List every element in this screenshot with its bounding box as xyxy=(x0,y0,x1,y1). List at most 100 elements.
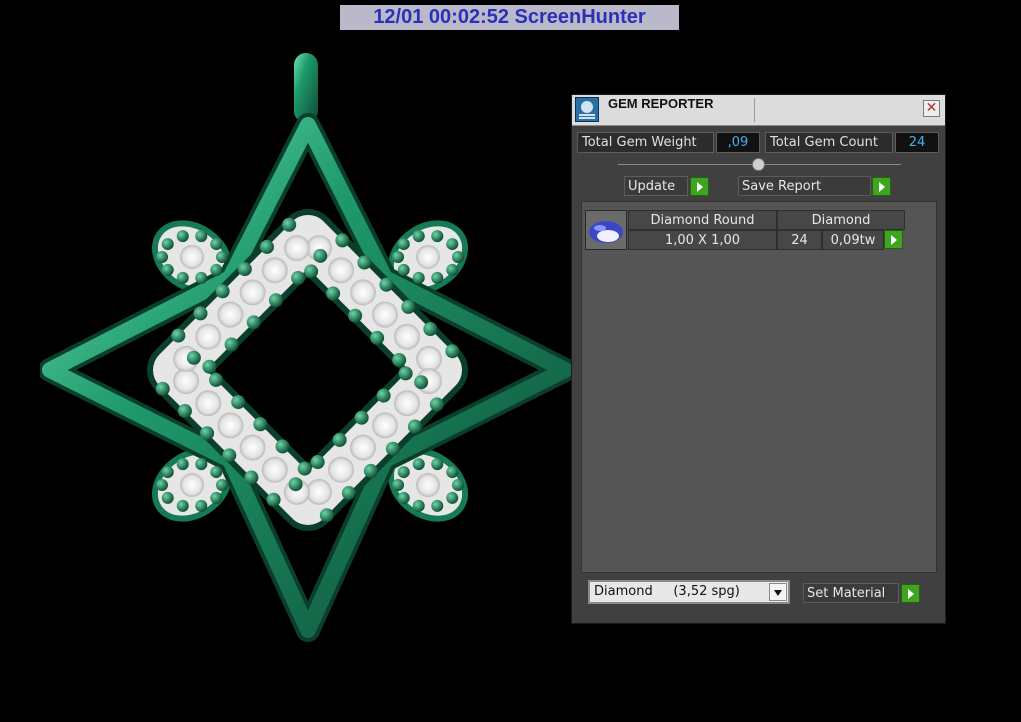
prong-bead xyxy=(195,458,208,471)
pave-stone xyxy=(328,257,354,284)
prong-bead xyxy=(176,230,189,243)
prong-bead xyxy=(195,499,208,512)
pave-stone xyxy=(394,390,420,417)
update-play-icon[interactable] xyxy=(690,177,709,196)
prong-bead xyxy=(335,233,350,248)
prong-bead xyxy=(231,395,246,410)
prong-bead xyxy=(176,499,189,512)
prong-bead xyxy=(414,375,429,390)
prong-bead xyxy=(385,441,400,456)
prong-bead xyxy=(392,251,404,263)
prong-bead xyxy=(259,239,274,254)
material-select[interactable]: Diamond (3,52 spg) xyxy=(588,580,790,604)
total-gem-count-value: 24 xyxy=(895,132,939,153)
slider-handle[interactable] xyxy=(752,158,765,171)
prong-bead xyxy=(326,286,341,301)
prong-bead xyxy=(392,353,407,368)
pave-stone xyxy=(283,235,310,262)
prong-bead xyxy=(209,372,224,387)
save-report-button[interactable]: Save Report xyxy=(738,176,871,196)
prong-bead xyxy=(412,458,425,471)
gem-reporter-icon xyxy=(575,97,599,122)
update-button[interactable]: Update xyxy=(624,176,688,196)
total-gem-weight-label: Total Gem Weight xyxy=(577,132,714,153)
prong-bead xyxy=(244,470,259,485)
prong-bead xyxy=(452,479,464,491)
prong-bead xyxy=(195,230,208,243)
prong-bead xyxy=(202,359,217,374)
diamond-icon xyxy=(585,210,627,250)
prong-bead xyxy=(161,466,174,479)
outer-star-frame xyxy=(40,113,577,642)
prong-bead xyxy=(452,251,464,263)
pave-stone xyxy=(217,412,244,439)
prong-bead xyxy=(397,263,410,276)
prong-bead xyxy=(319,508,334,523)
set-material-button[interactable]: Set Material xyxy=(803,583,899,603)
title-bar[interactable]: GEM REPORTER ✕ xyxy=(572,95,945,126)
dropdown-arrow-icon[interactable] xyxy=(769,583,787,601)
bail xyxy=(294,53,318,123)
prong-bead xyxy=(215,284,230,299)
pave-stone xyxy=(416,473,440,497)
pave-stone xyxy=(195,323,222,350)
pave-stone xyxy=(180,245,204,269)
prong-bead xyxy=(397,466,410,479)
title-divider xyxy=(754,98,755,122)
prong-bead xyxy=(446,238,459,251)
prong-bead xyxy=(237,262,252,277)
prong-bead xyxy=(222,448,237,463)
prong-bead xyxy=(446,466,459,479)
gem-count-cell: 24 xyxy=(777,230,822,250)
prong-bead xyxy=(354,410,369,425)
pave-stone xyxy=(416,245,440,269)
prong-bead xyxy=(332,432,347,447)
prong-bead xyxy=(423,322,438,337)
prong-bead xyxy=(210,466,223,479)
prong-bead xyxy=(348,308,363,323)
pave-stone xyxy=(416,345,442,372)
prong-bead xyxy=(379,277,394,292)
pave-stone xyxy=(261,257,288,284)
prong-bead xyxy=(176,271,189,284)
prong-bead xyxy=(288,477,303,492)
gem-weight-cell: 0,09tw xyxy=(822,230,884,250)
prong-bead xyxy=(275,439,290,454)
prong-bead xyxy=(431,458,444,471)
gem-size-cell: 1,00 X 1,00 xyxy=(628,230,777,250)
prong-bead xyxy=(193,306,208,321)
close-icon[interactable]: ✕ xyxy=(923,100,940,117)
pave-stone xyxy=(328,456,354,483)
prong-bead xyxy=(291,271,306,286)
prong-bead xyxy=(177,404,192,419)
prong-bead xyxy=(195,271,208,284)
prong-bead xyxy=(397,238,410,251)
gem-reporter-panel: GEM REPORTER ✕ Total Gem Weight ,09 Tota… xyxy=(571,94,946,624)
prong-bead xyxy=(161,263,174,276)
pendant-3d-model[interactable] xyxy=(40,45,580,645)
prong-bead xyxy=(429,397,444,412)
pave-stone xyxy=(217,301,244,328)
gem-row-play-icon[interactable] xyxy=(884,230,903,249)
panel-title: GEM REPORTER xyxy=(608,96,714,111)
prong-bead xyxy=(398,366,413,381)
gem-list: Diamond Round Diamond 1,00 X 1,00 24 0,0… xyxy=(581,201,937,573)
prong-bead xyxy=(397,491,410,504)
prong-bead xyxy=(268,293,283,308)
pave-stone xyxy=(239,434,266,461)
total-gem-weight-value: ,09 xyxy=(716,132,760,153)
prong-bead xyxy=(357,255,372,270)
pave-stone xyxy=(372,412,398,439)
prong-bead xyxy=(392,479,404,491)
prong-bead xyxy=(156,251,168,263)
prong-bead xyxy=(412,230,425,243)
set-material-play-icon[interactable] xyxy=(901,584,920,603)
prong-bead xyxy=(266,492,281,507)
prong-bead xyxy=(156,479,168,491)
prong-bead xyxy=(282,217,297,232)
prong-bead xyxy=(246,315,261,330)
prong-bead xyxy=(431,271,444,284)
prong-bead xyxy=(161,238,174,251)
prong-bead xyxy=(186,350,201,365)
save-report-play-icon[interactable] xyxy=(872,177,891,196)
